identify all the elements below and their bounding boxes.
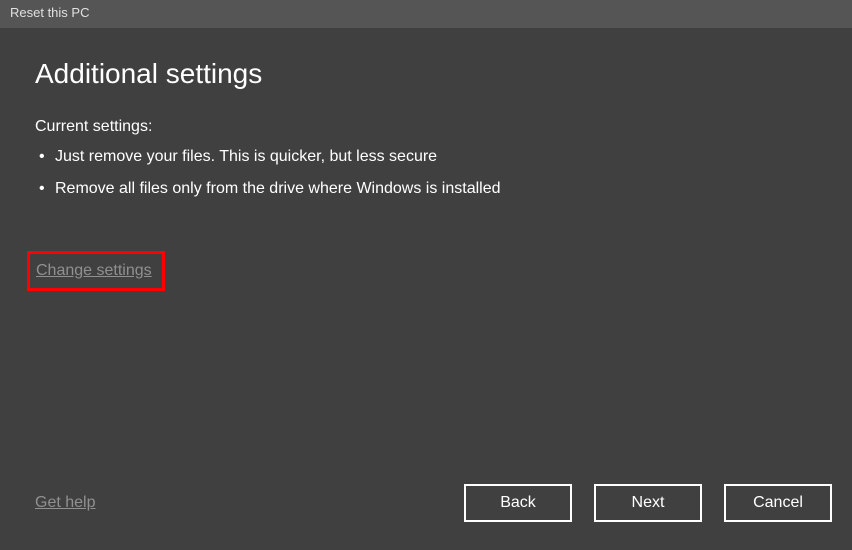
cancel-button[interactable]: Cancel [724,484,832,522]
list-item: Remove all files only from the drive whe… [39,180,817,198]
current-settings-label: Current settings: [35,118,817,136]
button-row: Back Next Cancel [464,484,832,522]
change-settings-link[interactable]: Change settings [36,262,152,279]
get-help-link[interactable]: Get help [35,494,95,512]
settings-list: Just remove your files. This is quicker,… [39,148,817,198]
highlight-box: Change settings [27,251,165,291]
list-item: Just remove your files. This is quicker,… [39,148,817,166]
back-button[interactable]: Back [464,484,572,522]
next-button[interactable]: Next [594,484,702,522]
dialog-content: Additional settings Current settings: Ju… [0,28,852,550]
page-heading: Additional settings [35,58,817,90]
footer: Get help Back Next Cancel [35,484,832,522]
window-title: Reset this PC [10,5,89,20]
titlebar: Reset this PC [0,0,852,28]
